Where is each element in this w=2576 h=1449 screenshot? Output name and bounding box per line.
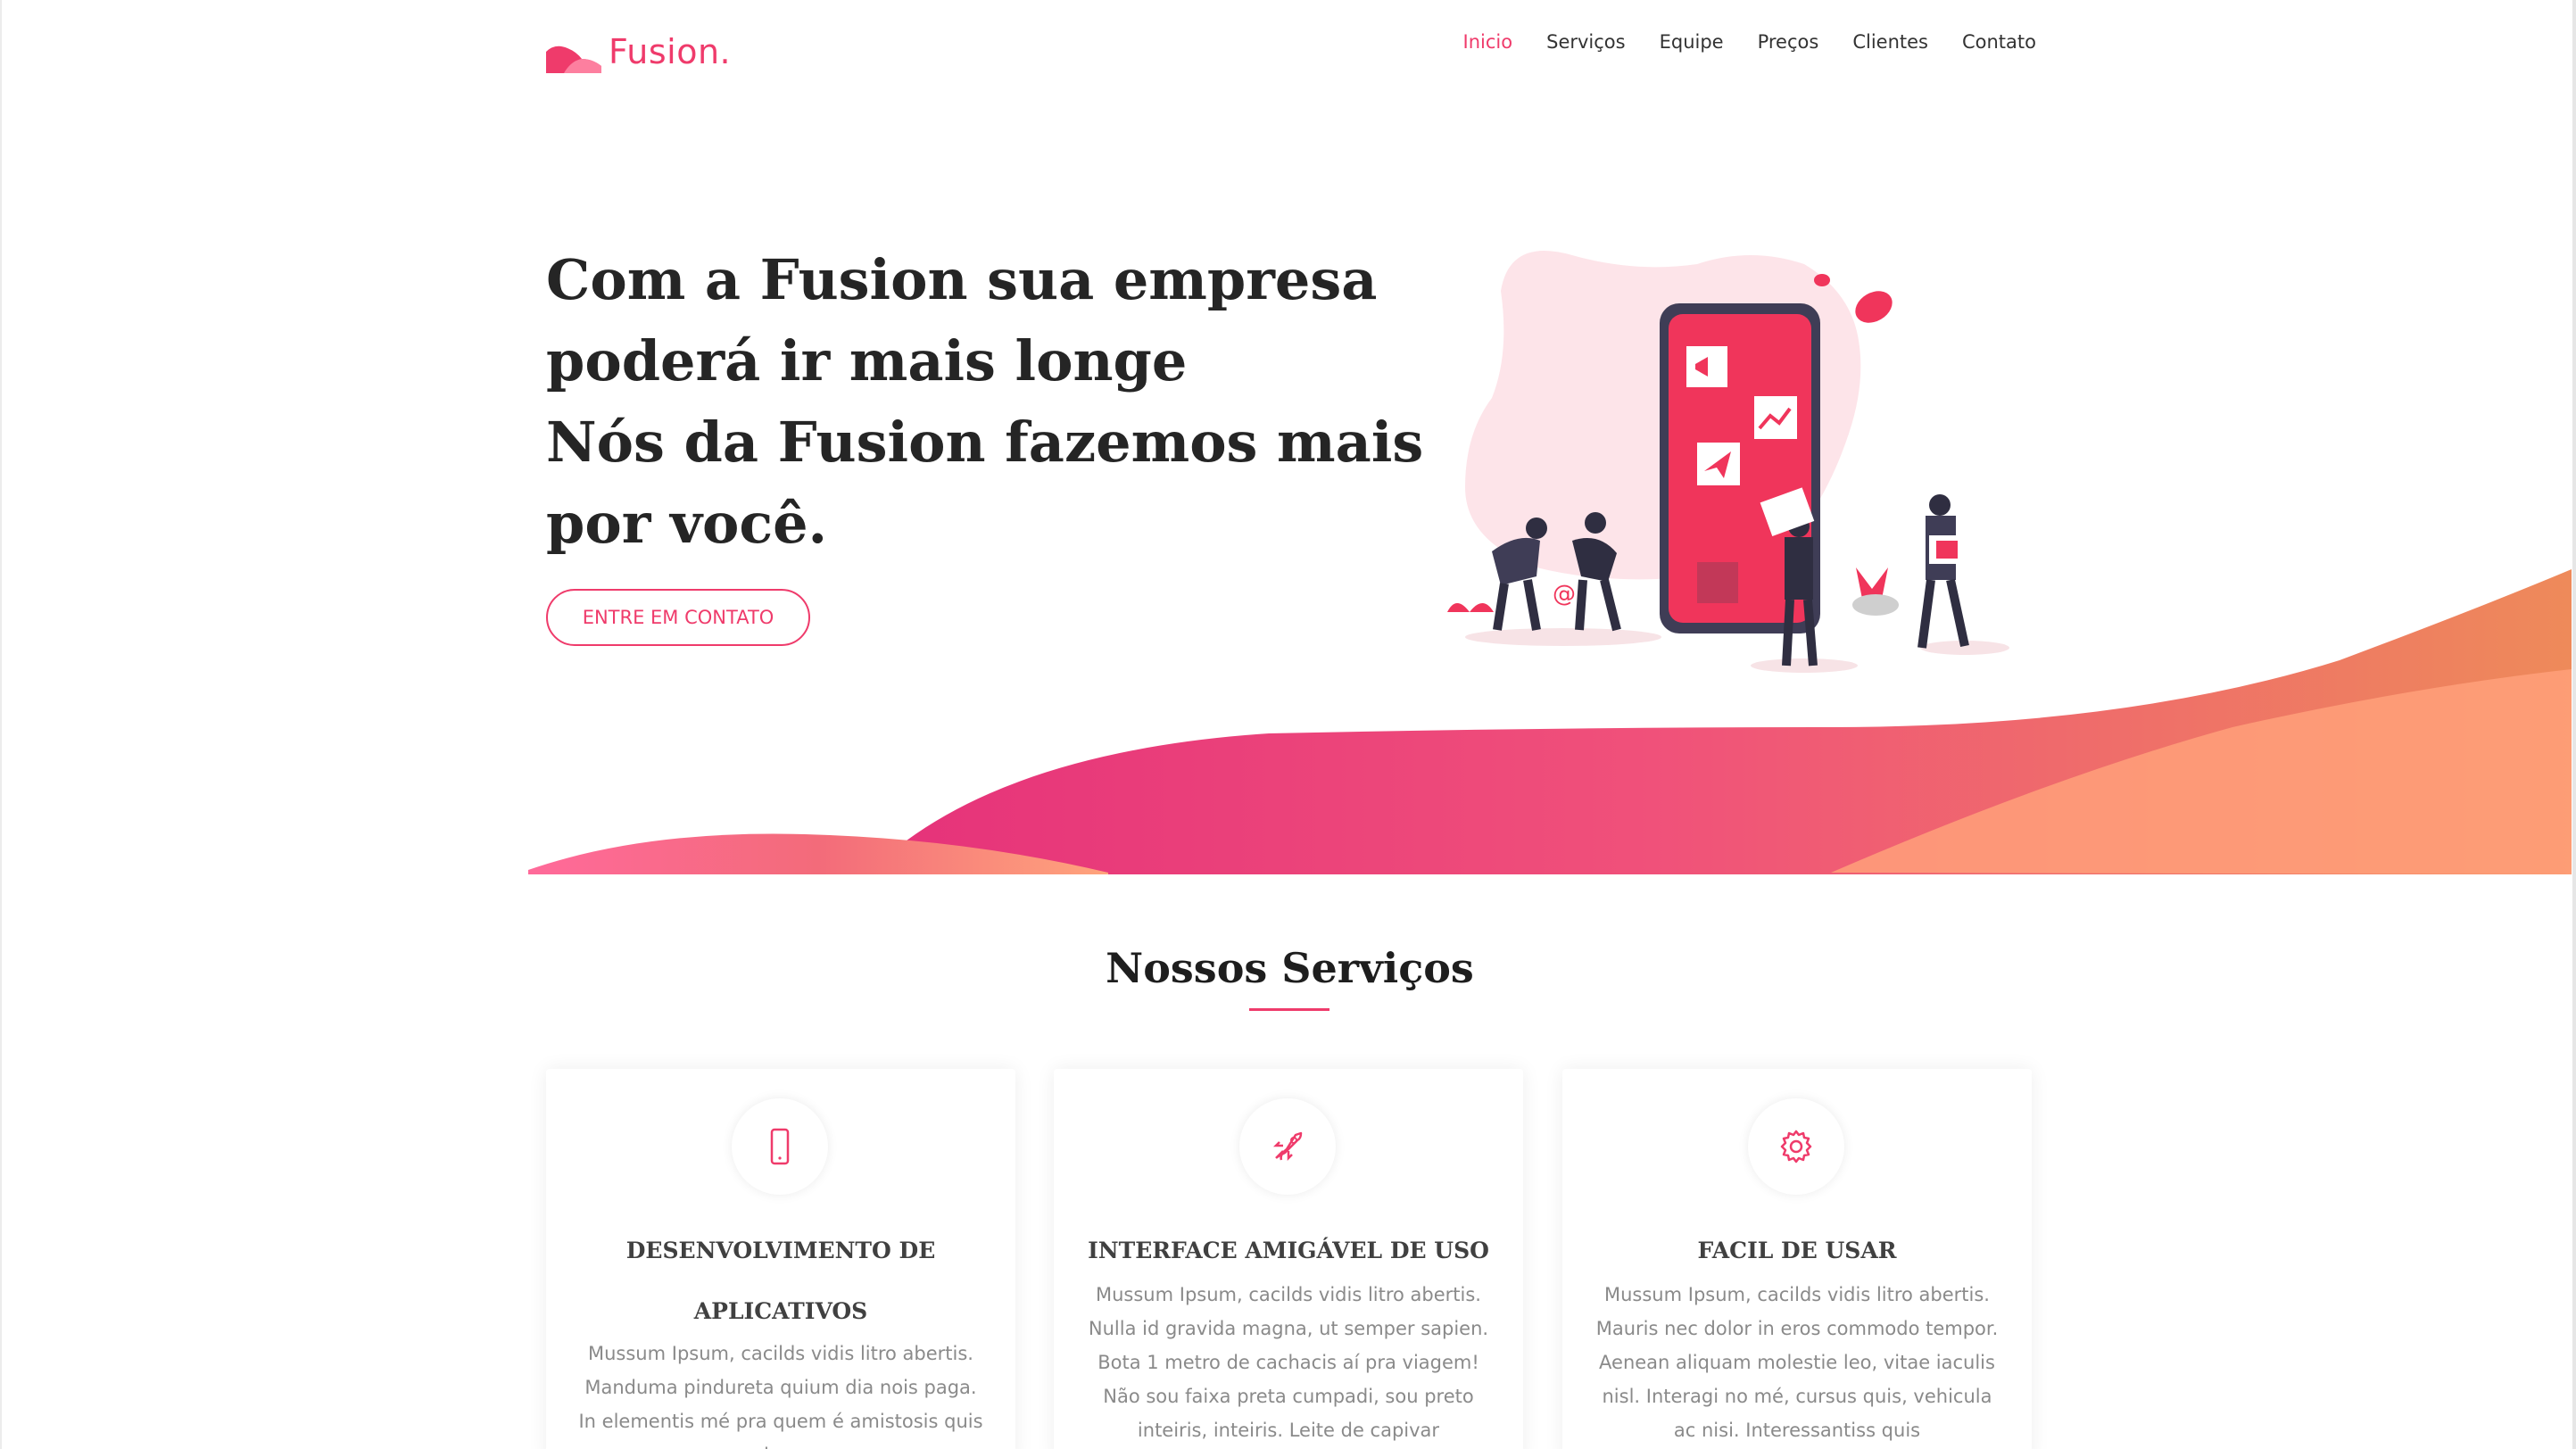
navbar: Fusion. Inicio Serviços Equipe Preços Cl… <box>546 21 2036 84</box>
gear-icon <box>1748 1098 1844 1195</box>
hero-headline: Com a Fusion sua empresa poderá ir mais … <box>546 239 1424 564</box>
logo-text: Fusion. <box>609 32 732 71</box>
nav-item-inicio[interactable]: Inicio <box>1463 27 1513 57</box>
hero-line: por você. <box>546 491 828 556</box>
main-nav: Inicio Serviços Equipe Preços Clientes C… <box>1429 27 2036 57</box>
logo[interactable]: Fusion. <box>546 25 731 79</box>
nav-item-equipe[interactable]: Equipe <box>1660 27 1724 57</box>
rocket-icon <box>1239 1098 1336 1195</box>
service-card: FACIL DE USAR Mussum Ipsum, cacilds vidi… <box>1562 1069 2032 1449</box>
heading-underline <box>1249 1008 1329 1011</box>
logo-mark-icon <box>546 46 601 73</box>
contact-cta-button[interactable]: ENTRE EM CONTATO <box>546 589 810 646</box>
services-heading: Nossos Serviços <box>1106 944 1474 992</box>
hero-line: Nós da Fusion fazemos mais <box>546 410 1424 475</box>
service-card-text: Mussum Ipsum, cacilds vidis litro aberti… <box>1595 1284 1999 1441</box>
smartphone-icon <box>732 1098 828 1195</box>
hero-line: poderá ir mais longe <box>546 328 1188 393</box>
service-card-text: Mussum Ipsum, cacilds vidis litro aberti… <box>1088 1284 1489 1441</box>
service-card-title: FACIL DE USAR <box>1697 1238 1897 1263</box>
svg-text:@: @ <box>1553 581 1576 608</box>
nav-item-servicos[interactable]: Serviços <box>1546 27 1625 57</box>
service-card-title: INTERFACE AMIGÁVEL DE USO <box>1088 1238 1489 1263</box>
service-card-title: DESENVOLVIMENTO DE APLICATIVOS <box>625 1238 936 1324</box>
hero-illustration: @ <box>1447 251 2009 673</box>
service-card: DESENVOLVIMENTO DE APLICATIVOS Mussum Ip… <box>546 1069 1015 1449</box>
nav-item-precos[interactable]: Preços <box>1758 27 1819 57</box>
hero-wave-graphic <box>528 569 2572 874</box>
service-card-text: Mussum Ipsum, cacilds vidis litro aberti… <box>578 1343 983 1449</box>
page: Fusion. Inicio Serviços Equipe Preços Cl… <box>0 0 2576 1449</box>
service-card: INTERFACE AMIGÁVEL DE USO Mussum Ipsum, … <box>1054 1069 1523 1449</box>
nav-item-contato[interactable]: Contato <box>1962 27 2036 57</box>
nav-item-clientes[interactable]: Clientes <box>1852 27 1928 57</box>
hero-line: Com a Fusion sua empresa <box>546 247 1378 312</box>
